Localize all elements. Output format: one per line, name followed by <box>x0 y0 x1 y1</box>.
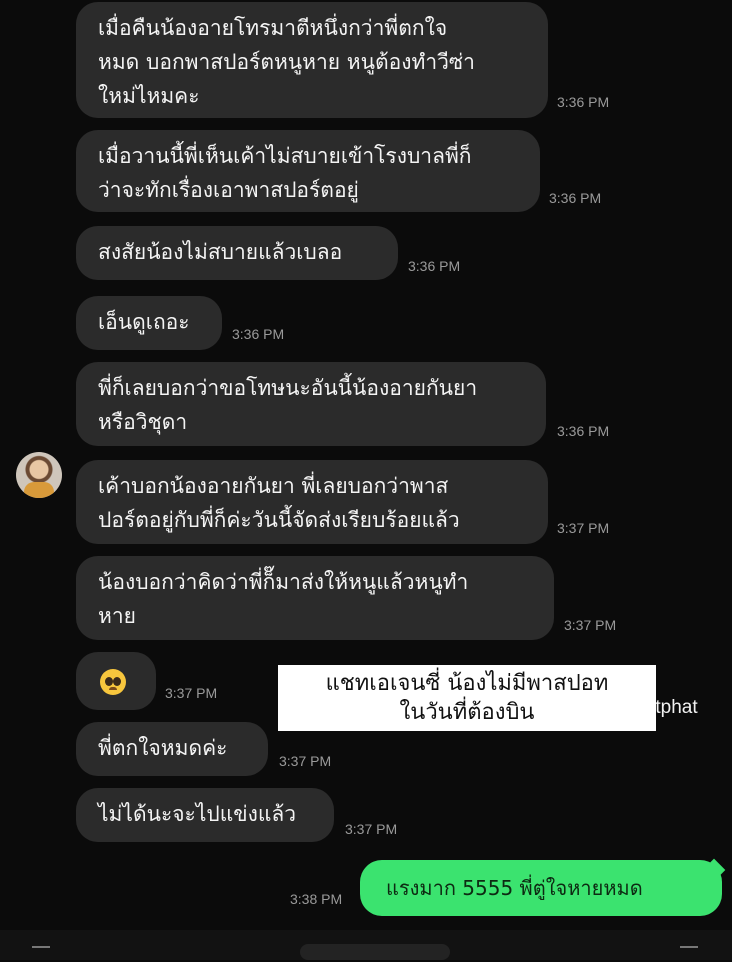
message-time: 3:37 PM <box>557 520 610 536</box>
message-bubble[interactable]: พี่ตกใจหมดค่ะ <box>76 722 268 776</box>
bottom-navigation-bar <box>0 930 732 960</box>
message-bubble[interactable]: เอ็นดูเถอะ <box>76 296 222 350</box>
message-time: 3:37 PM <box>279 753 332 769</box>
message-time: 3:37 PM <box>564 617 617 633</box>
pleading-face-icon <box>100 669 126 695</box>
message-bubble[interactable]: สงสัยน้องไม่สบายแล้วเบลอ <box>76 226 398 280</box>
message-time: 3:36 PM <box>557 423 610 439</box>
contact-avatar[interactable] <box>16 452 62 498</box>
message-time: 3:36 PM <box>549 190 602 206</box>
message-bubble[interactable]: พี่ก็เลยบอกว่าขอโทษนะอันนี้น้องอายกันยา … <box>76 362 546 446</box>
message-bubble[interactable]: น้องบอกว่าคิดว่าพี่ก็๊มาส่งให้หนูแล้วหนู… <box>76 556 554 640</box>
sent-message-time: 3:38 PM <box>290 891 343 907</box>
message-time: 3:37 PM <box>165 685 218 701</box>
message-bubble[interactable]: เมื่อวานนี้พี่เห็นเค้าไม่สบายเข้าโรงบาลพ… <box>76 130 540 212</box>
message-time: 3:36 PM <box>408 258 461 274</box>
instagram-watermark: IG@atom_lalitphat <box>540 697 698 718</box>
sent-message-bubble[interactable]: แรงมาก 5555 พี่ตู่ใจหายหมด <box>360 860 722 916</box>
message-time: 3:37 PM <box>345 821 398 837</box>
message-bubble[interactable]: ไม่ได้นะจะไปแข่งแล้ว <box>76 788 334 842</box>
input-pill[interactable] <box>300 944 450 960</box>
message-bubble[interactable]: เมื่อคืนน้องอายโทรมาตีหนึ่งกว่าพี่ตกใจ ห… <box>76 2 548 118</box>
message-time: 3:36 PM <box>557 94 610 110</box>
message-bubble[interactable]: เค้าบอกน้องอายกันยา พี่เลยบอกว่าพาส ปอร์… <box>76 460 548 544</box>
message-time: 3:36 PM <box>232 326 285 342</box>
